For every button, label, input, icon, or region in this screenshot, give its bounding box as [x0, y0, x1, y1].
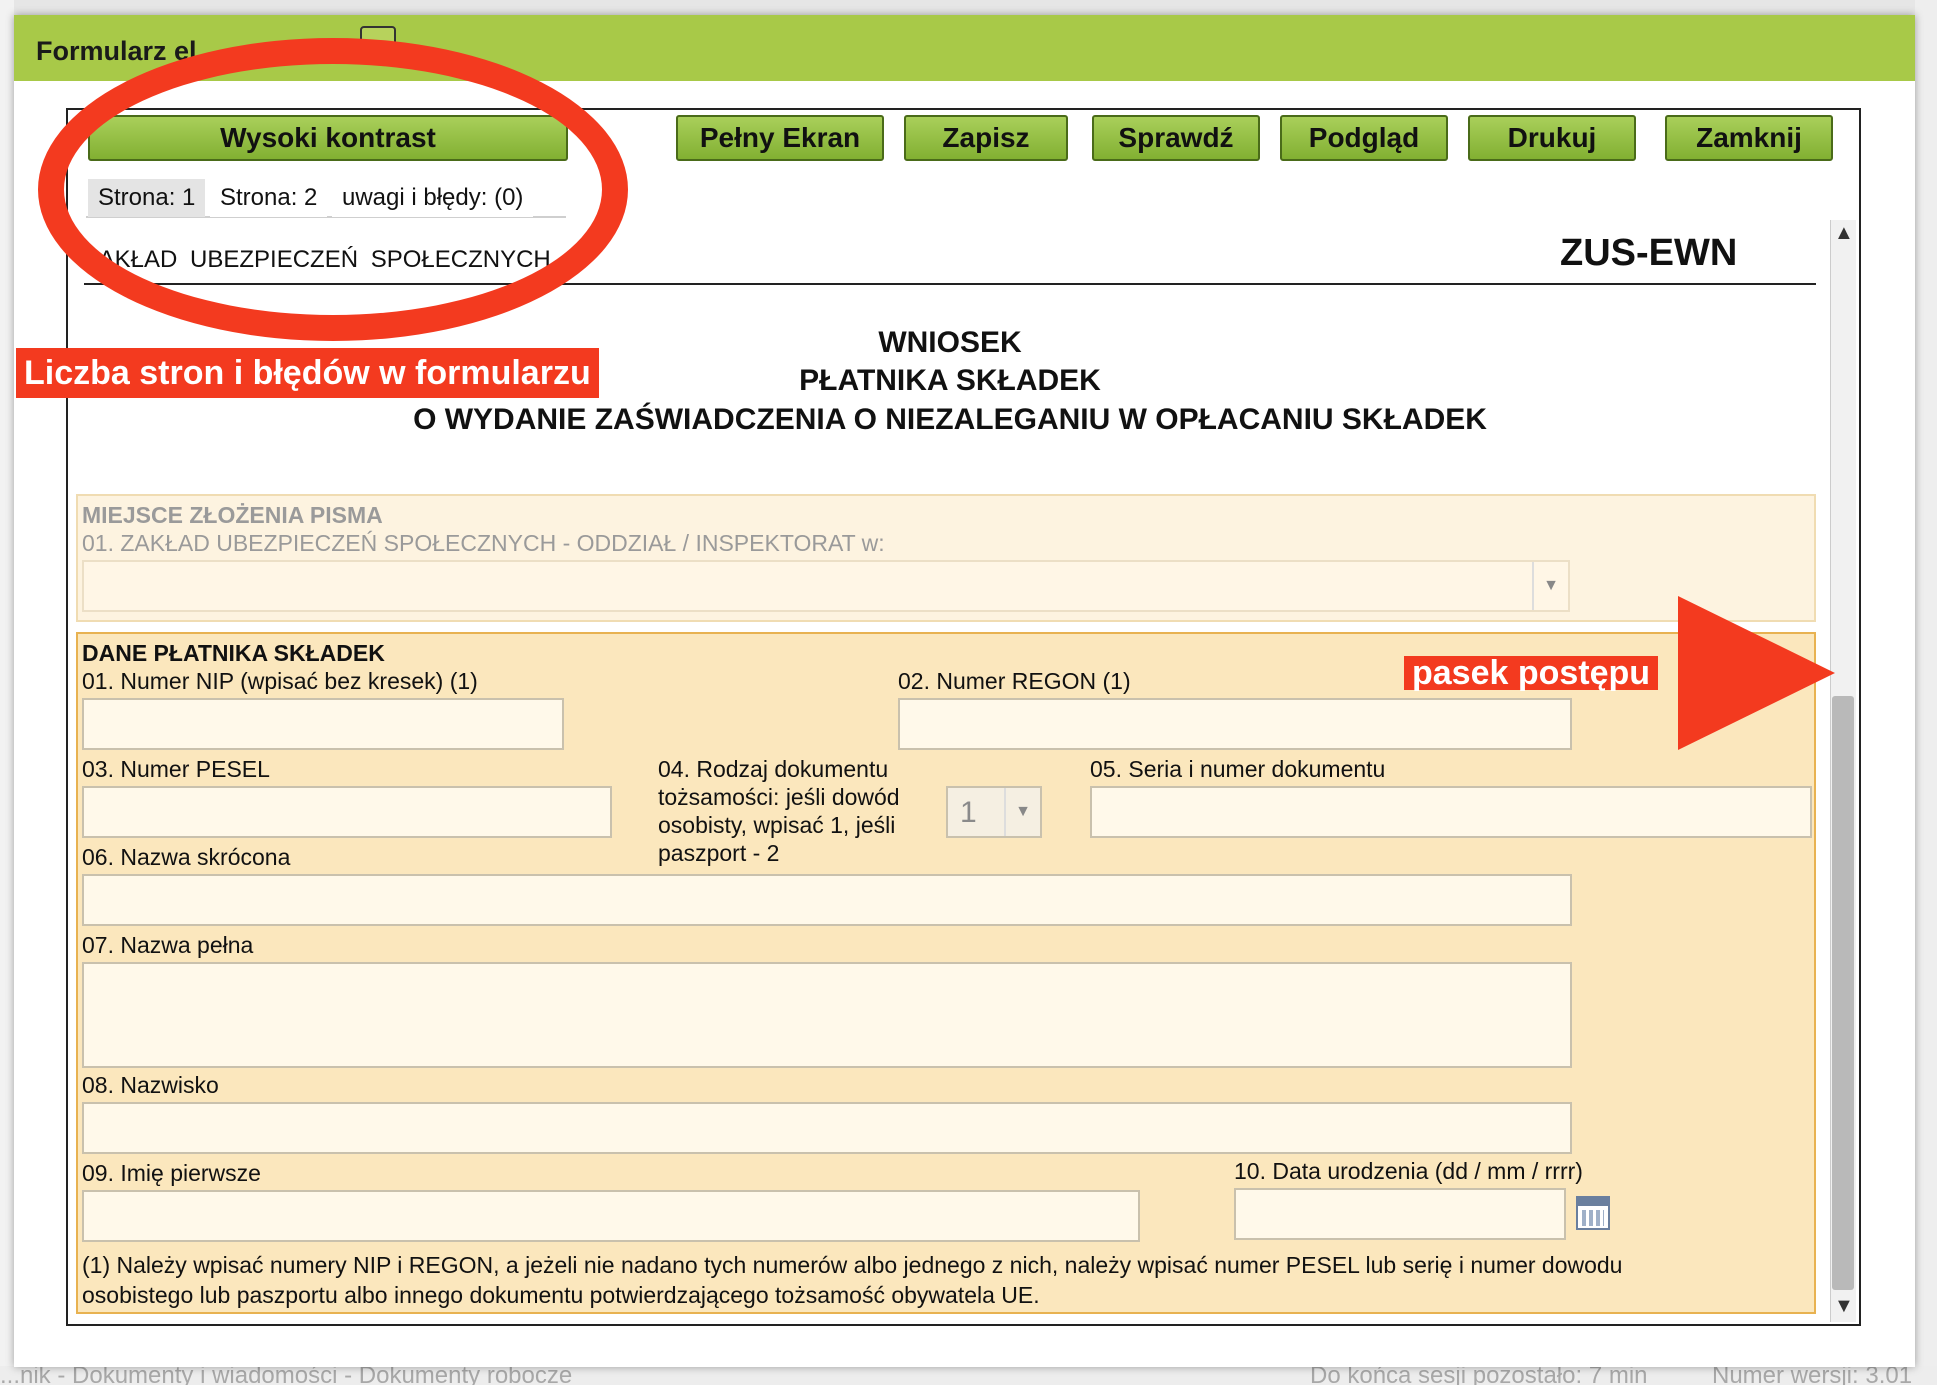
nip-input[interactable] [82, 698, 564, 750]
scrollbar-thumb[interactable] [1832, 696, 1854, 1290]
doc-type-label-2: tożsamości: jeśli dowód [658, 784, 900, 810]
birth-date-label: 10. Data urodzenia (dd / mm / rrrr) [1234, 1158, 1583, 1184]
fullscreen-button[interactable]: Pełny Ekran [676, 115, 884, 161]
doc-type-label-3: osobisty, wpisać 1, jeśli [658, 812, 896, 838]
section-payer-title: DANE PŁATNIKA SKŁADEK [82, 640, 385, 666]
short-name-label: 06. Nazwa skrócona [82, 844, 291, 870]
status-breadcrumb: ...nik - Dokumenty i wiadomości - Dokume… [0, 1366, 573, 1385]
save-button[interactable]: Zapisz [904, 115, 1068, 161]
nip-label: 01. Numer NIP (wpisać bez kresek) (1) [82, 668, 478, 694]
pesel-input[interactable] [82, 786, 612, 838]
footnote-line-2: osobistego lub paszportu albo innego dok… [82, 1282, 1040, 1308]
full-name-input[interactable] [82, 962, 1572, 1068]
chevron-down-icon[interactable]: ▼ [1532, 562, 1568, 610]
form-title-line-3: O WYDANIE ZAŚWIADCZENIA O NIEZALEGANIU W… [413, 403, 1487, 436]
print-button[interactable]: Drukuj [1468, 115, 1636, 161]
status-bar: ...nik - Dokumenty i wiadomości - Dokume… [0, 1366, 1937, 1385]
annotation-ring [38, 38, 628, 341]
footnote-line-1: (1) Należy wpisać numery NIP i REGON, a … [82, 1252, 1623, 1278]
regon-input[interactable] [898, 698, 1572, 750]
doc-type-label-4: paszport - 2 [658, 840, 780, 866]
surname-input[interactable] [82, 1102, 1572, 1154]
doc-type-select[interactable]: 1 ▼ [946, 786, 1042, 838]
doc-number-input[interactable] [1090, 786, 1812, 838]
surname-label: 08. Nazwisko [82, 1072, 219, 1098]
branch-select[interactable]: ▼ [82, 560, 1570, 612]
annotation-arrow-icon [1678, 596, 1835, 750]
calendar-icon[interactable] [1576, 1196, 1610, 1230]
session-timer: Do końca sesji pozostało: 7 min [1310, 1366, 1648, 1385]
form-code: ZUS-EWN [1560, 232, 1738, 274]
field-01-label: 01. ZAKŁAD UBEZPIECZEŃ SPOŁECZNYCH - ODD… [82, 530, 885, 556]
background-page-right [1915, 0, 1937, 1385]
full-name-label: 07. Nazwa pełna [82, 932, 254, 958]
short-name-input[interactable] [82, 874, 1572, 926]
first-name-input[interactable] [82, 1190, 1140, 1242]
birth-date-input[interactable] [1234, 1188, 1566, 1240]
doc-type-label-1: 04. Rodzaj dokumentu [658, 756, 889, 782]
chevron-down-icon[interactable]: ▼ [1004, 788, 1040, 836]
doc-number-label: 05. Seria i numer dokumentu [1090, 756, 1386, 782]
close-button[interactable]: Zamknij [1665, 115, 1833, 161]
regon-label: 02. Numer REGON (1) [898, 668, 1131, 694]
background-page-left [0, 0, 14, 1385]
annotation-errors-label: Liczba stron i błędów w formularzu [16, 348, 599, 398]
section-place-title: MIEJSCE ZŁOŻENIA PISMA [82, 502, 383, 528]
doc-type-value: 1 [960, 796, 977, 829]
annotation-progress-label: pasek postępu [1404, 656, 1659, 690]
preview-button[interactable]: Podgląd [1280, 115, 1448, 161]
pesel-label: 03. Numer PESEL [82, 756, 270, 782]
check-button[interactable]: Sprawdź [1092, 115, 1260, 161]
scroll-down-icon[interactable]: ▼ [1834, 1295, 1854, 1318]
version-number: Numer wersji: 3.01 [1712, 1366, 1913, 1385]
scroll-up-icon[interactable]: ▲ [1834, 222, 1854, 245]
first-name-label: 09. Imię pierwsze [82, 1160, 261, 1186]
